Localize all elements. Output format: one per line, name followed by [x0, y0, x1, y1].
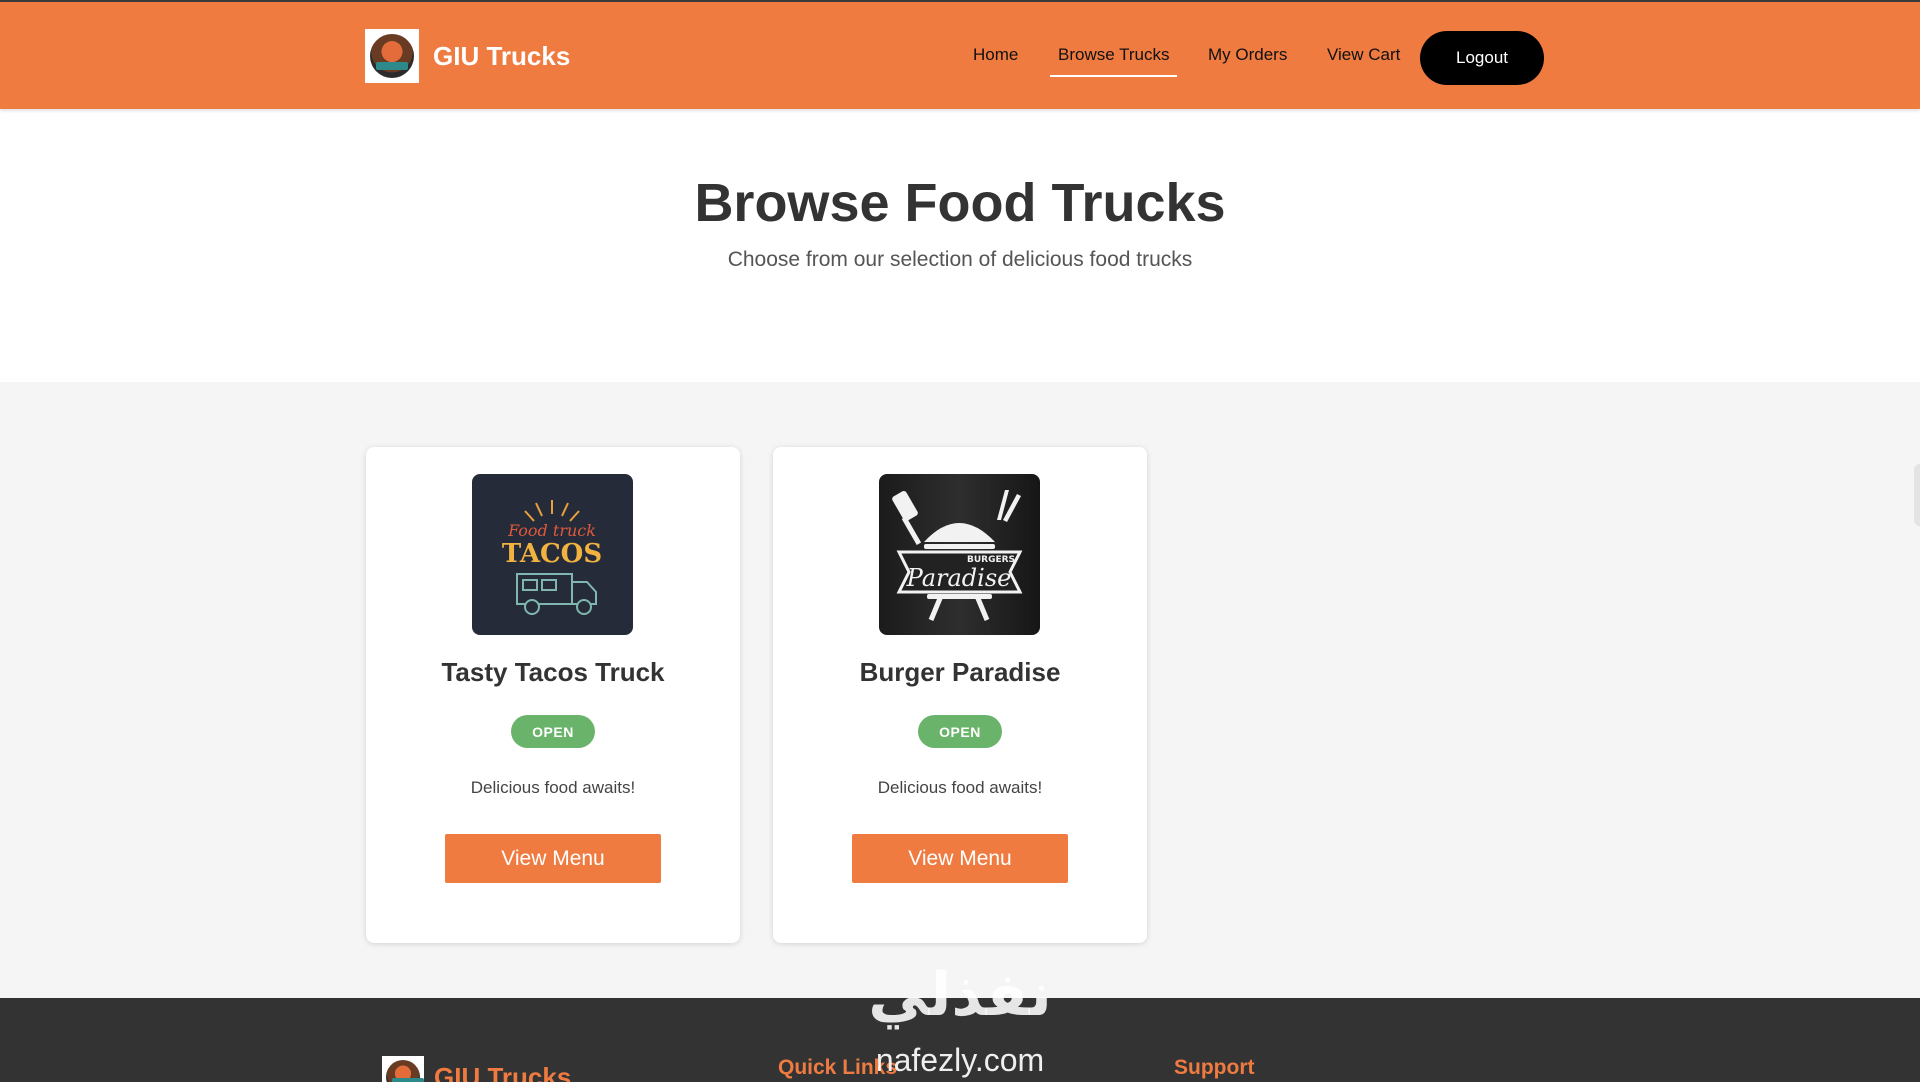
tacos-logo-text-2: TACOS: [502, 539, 602, 569]
nav-browse-trucks[interactable]: Browse Trucks: [1049, 45, 1179, 77]
footer-support-heading: Support: [1174, 1056, 1255, 1079]
tacos-logo-text-1: Food truck: [507, 521, 596, 540]
truck-description: Delicious food awaits!: [877, 778, 1043, 797]
burger-logo-text-2: Paradise: [906, 564, 1012, 592]
truck-description: Delicious food awaits!: [470, 778, 636, 797]
footer-brand-name: GIU Trucks: [434, 1061, 572, 1082]
truck-name: Tasty Tacos Truck: [441, 657, 665, 687]
truck-name: Burger Paradise: [859, 657, 1061, 687]
trucks-grid: Food truck TACOS Tasty Tacos Truck OPEN …: [0, 382, 1920, 998]
footer-brand[interactable]: GIU Trucks: [382, 1056, 571, 1082]
page-title: Browse Food Trucks: [694, 173, 1226, 233]
floating-side-tab[interactable]: [1914, 464, 1920, 526]
footer-truck-logo-icon: [382, 1056, 424, 1082]
main-nav: Home Browse Trucks My Orders View Cart L…: [0, 2, 1920, 109]
truck-card-tacos: Food truck TACOS Tasty Tacos Truck OPEN …: [366, 447, 740, 943]
tacos-truck-image: Food truck TACOS: [472, 474, 633, 635]
status-badge: OPEN: [918, 715, 1002, 748]
logout-button[interactable]: Logout: [1420, 31, 1544, 85]
site-header: GIU Trucks Home Browse Trucks My Orders …: [0, 2, 1920, 109]
watermark-latin: nafezly.com: [875, 1042, 1045, 1078]
burger-paradise-image: BURGERS Paradise: [879, 474, 1040, 635]
nav-view-cart[interactable]: View Cart: [1327, 45, 1400, 65]
nav-my-orders[interactable]: My Orders: [1208, 45, 1287, 65]
page-subtitle: Choose from our selection of delicious f…: [727, 248, 1193, 271]
watermark-arabic: نفذلي: [868, 960, 1052, 1030]
view-menu-button[interactable]: View Menu: [852, 834, 1068, 883]
status-badge: OPEN: [511, 715, 595, 748]
truck-card-burger: BURGERS Paradise Burger Paradise OPEN De…: [773, 447, 1147, 943]
nav-home[interactable]: Home: [973, 45, 1018, 65]
view-menu-button[interactable]: View Menu: [445, 834, 661, 883]
